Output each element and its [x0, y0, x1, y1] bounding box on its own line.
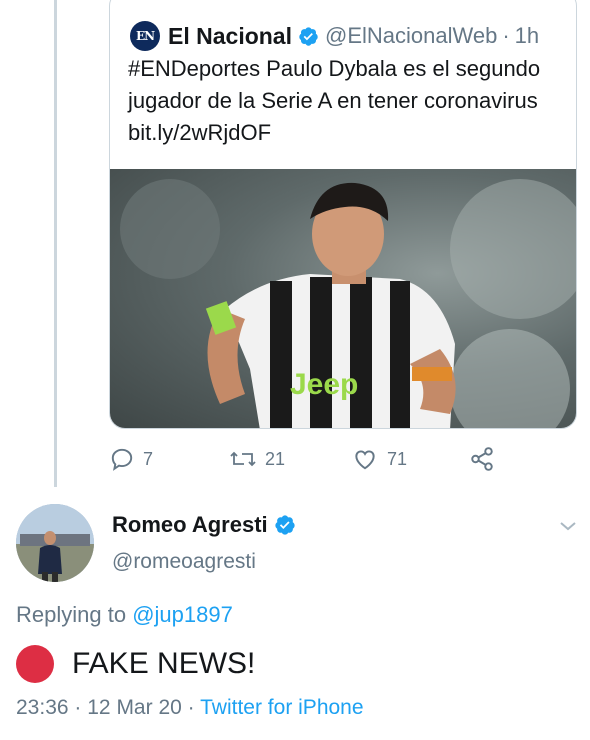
- author-display-name[interactable]: Romeo Agresti: [112, 512, 302, 538]
- author-name-text[interactable]: Romeo Agresti: [112, 512, 268, 538]
- share-icon: [471, 447, 493, 471]
- meta-separator: ·: [187, 696, 195, 719]
- reply-icon: [111, 448, 133, 471]
- replying-prefix: Replying to: [16, 602, 127, 627]
- like-icon: [355, 450, 375, 470]
- meta-separator: ·: [74, 696, 82, 719]
- tweet-time[interactable]: 23:36: [16, 696, 69, 719]
- tweet-text: FAKE NEWS!: [16, 645, 255, 683]
- quoted-avatar-logo[interactable]: EN: [130, 21, 160, 51]
- tweet-text-content: FAKE NEWS!: [72, 647, 256, 680]
- replying-to-line: Replying to @jup1897: [16, 602, 233, 628]
- retweet-count: 21: [265, 448, 286, 469]
- quoted-handle[interactable]: @ElNacionalWeb: [325, 23, 497, 49]
- quoted-tweet-text: #ENDeportes Paulo Dybala es el segundo j…: [128, 56, 541, 145]
- avatar-photo: [16, 504, 94, 582]
- svg-text:Jeep: Jeep: [290, 368, 358, 401]
- reply-count: 7: [143, 448, 154, 469]
- tweet-date[interactable]: 12 Mar 20: [87, 696, 182, 719]
- player-photo-illustration: Jeep: [120, 179, 576, 428]
- tweet-actions-bar: 7 21 71: [109, 446, 509, 472]
- chevron-down-icon[interactable]: [556, 514, 580, 538]
- replying-to-link[interactable]: @jup1897: [132, 602, 233, 627]
- quoted-tweet-image[interactable]: Jeep: [110, 169, 576, 428]
- verified-badge-icon: [275, 515, 295, 535]
- like-count: 71: [387, 448, 408, 469]
- author-handle[interactable]: @romeoagresti: [112, 550, 256, 574]
- like-action[interactable]: 71: [351, 446, 407, 472]
- quoted-tweet-card[interactable]: EN El Nacional @ElNacionalWeb · 1h #ENDe…: [109, 0, 577, 429]
- thread-line: [54, 0, 57, 487]
- quoted-display-name[interactable]: El Nacional: [168, 23, 292, 50]
- tweet-metadata: 23:36 · 12 Mar 20 · Twitter for iPhone: [16, 696, 364, 720]
- quoted-separator: ·: [502, 23, 510, 48]
- red-circle-emoji: [16, 645, 54, 683]
- retweet-icon: [230, 451, 256, 467]
- avatar[interactable]: [16, 504, 94, 582]
- share-action[interactable]: [469, 446, 503, 472]
- reply-action[interactable]: 7: [109, 446, 153, 472]
- quoted-tweet-header: EN El Nacional @ElNacionalWeb · 1h: [130, 19, 539, 53]
- verified-badge-icon: [299, 26, 318, 46]
- quoted-timestamp[interactable]: 1h: [515, 23, 539, 49]
- retweet-action[interactable]: 21: [229, 446, 285, 472]
- tweet-source-link[interactable]: Twitter for iPhone: [200, 696, 363, 719]
